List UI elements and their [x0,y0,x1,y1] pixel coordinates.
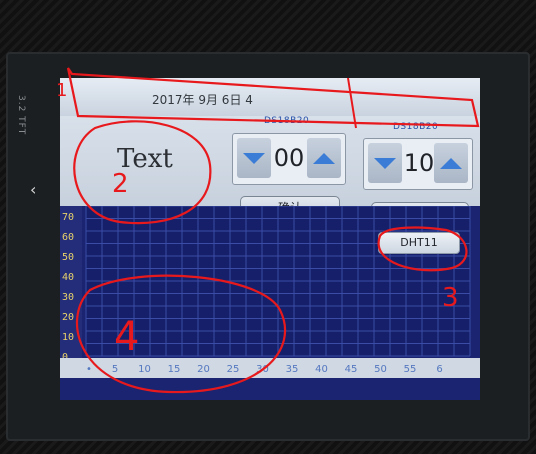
triangle-down-icon [243,152,265,164]
x-tick-label: 35 [286,364,299,375]
sensor-label-left: DS18B20 [264,116,310,126]
spinner-right-value: 10 [403,149,435,177]
dht11-button[interactable]: DHT11 [378,232,460,254]
y-tick-label: 40 [62,272,74,283]
x-tick-label: 30 [256,364,269,375]
spinner-left-down-button[interactable] [237,138,271,178]
x-tick-label: 40 [315,364,328,375]
sensor-label-right: DS18B20 [393,122,439,132]
spinner-left-value: 00 [273,144,305,172]
x-tick-label: 50 [374,364,387,375]
x-tick-label: 25 [227,364,240,375]
text-label: Text [117,144,173,174]
spinner-left: 00 [232,133,346,185]
x-tick-label: 10 [138,364,151,375]
spinner-right: 10 [363,138,473,190]
y-tick-label: 20 [62,312,74,323]
date-text: 2017年 9月 6日 4 [152,93,253,107]
lcd-screen: 2017年 9月 6日 4 Text DS18B20 DS18B20 00 10… [60,78,480,400]
triangle-down-icon [374,157,396,169]
x-tick-label: 6 [436,364,442,375]
date-header: 2017年 9月 6日 4 [60,78,480,116]
x-tick-label: • [86,364,92,375]
y-tick-label: 60 [62,232,74,243]
y-tick-label: 70 [62,212,74,223]
device-side-label: 3.2 TFT [16,95,26,136]
triangle-up-icon [440,157,462,169]
y-tick-label: 10 [62,332,74,343]
spinner-right-down-button[interactable] [368,143,402,183]
y-tick-label: 50 [62,252,74,263]
x-tick-label: 15 [168,364,181,375]
spinner-right-up-button[interactable] [434,143,468,183]
triangle-up-icon [313,152,335,164]
x-tick-label: 45 [345,364,358,375]
x-tick-label: 55 [404,364,417,375]
x-tick-label: 5 [112,364,118,375]
spinner-left-up-button[interactable] [307,138,341,178]
x-tick-label: 20 [197,364,210,375]
x-axis-band [60,358,480,378]
chevron-left-icon: ‹ [30,180,37,199]
y-tick-label: 30 [62,292,74,303]
